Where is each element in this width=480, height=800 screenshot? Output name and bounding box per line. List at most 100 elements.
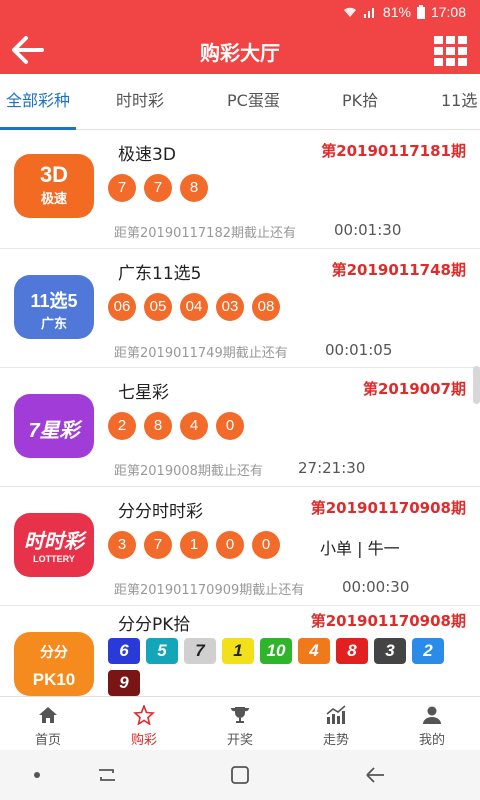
- countdown-time: 00:01:30: [334, 221, 402, 239]
- pk-number: 7: [184, 638, 216, 664]
- number-ball: 8: [180, 174, 208, 202]
- issue-number: 第201901170908期: [310, 499, 466, 517]
- nav-label: 我的: [418, 733, 445, 748]
- pk-number: 3: [374, 638, 406, 664]
- number-ball: 0: [252, 531, 280, 559]
- number-ball: 8: [144, 412, 172, 440]
- tab-11x5[interactable]: 11选: [441, 74, 477, 130]
- scrollbar[interactable]: [473, 366, 480, 404]
- nav-mine[interactable]: 我的: [384, 697, 480, 751]
- issue-number: 第201901170908期: [310, 612, 466, 630]
- countdown-label: 距第2019008期截止还有: [114, 464, 263, 479]
- number-ball: 06: [108, 293, 136, 321]
- fenfen-pk10-logo: 分分 PK10: [14, 632, 94, 696]
- system-nav-bar: [0, 750, 480, 800]
- nav-home[interactable]: 首页: [0, 697, 96, 751]
- number-ball: 0: [216, 531, 244, 559]
- qixingcai-logo: 7星彩: [14, 394, 94, 458]
- pk-number: 2: [412, 638, 444, 664]
- nav-label: 购彩: [130, 733, 157, 748]
- issue-number: 第2019007期: [362, 380, 466, 398]
- lottery-item-fenfen-pk10[interactable]: 分分 PK10 分分PK拾 第201901170908期 6 5 7 1 10 …: [0, 606, 480, 696]
- title-bar: 购彩大厅: [0, 26, 480, 74]
- home-icon: [39, 707, 57, 723]
- lottery-name: 广东11选5: [118, 264, 202, 284]
- bottom-nav: 首页 购彩 开奖 走势 我的: [0, 696, 480, 750]
- lottery-name: 极速3D: [118, 145, 176, 165]
- pk-number: 8: [336, 638, 368, 664]
- battery-percent: 81%: [382, 4, 411, 20]
- pk-number: 6: [108, 638, 140, 664]
- status-bar: 81% 17:08: [0, 0, 480, 26]
- draw-numbers: 3 7 1 0 0: [108, 531, 280, 559]
- pk-number: 4: [298, 638, 330, 664]
- number-ball: 1: [180, 531, 208, 559]
- countdown-label: 距第2019011749期截止还有: [114, 346, 288, 361]
- clock: 17:08: [430, 4, 466, 20]
- lottery-item-gd11x5[interactable]: 11选5 广东 广东11选5 第2019011748期 06 05 04 03 …: [0, 249, 480, 368]
- number-ball: 7: [144, 531, 172, 559]
- number-ball: 08: [252, 293, 280, 321]
- lottery-list: 3D 极速 极速3D 第20190117181期 7 7 8 距第2019011…: [0, 130, 480, 696]
- dot-icon[interactable]: [26, 764, 48, 786]
- star-icon: [133, 705, 155, 725]
- number-ball: 2: [108, 412, 136, 440]
- lottery-name: 七星彩: [118, 383, 169, 403]
- pk-number: 5: [146, 638, 178, 664]
- nav-results[interactable]: 开奖: [192, 697, 288, 751]
- lottery-item-qixingcai[interactable]: 7星彩 七星彩 第2019007期 2 8 4 0 距第2019008期截止还有…: [0, 368, 480, 487]
- issue-number: 第20190117181期: [321, 142, 466, 160]
- number-ball: 03: [216, 293, 244, 321]
- pk-number: 1: [222, 638, 254, 664]
- pk10-numbers: 6 5 7 1 10 4 8 3 2 9: [108, 638, 458, 696]
- gd11x5-logo: 11选5 广东: [14, 275, 94, 339]
- nav-trend[interactable]: 走势: [288, 697, 384, 751]
- trophy-icon: [230, 707, 250, 723]
- lottery-item-jisu3d[interactable]: 3D 极速 极速3D 第20190117181期 7 7 8 距第2019011…: [0, 130, 480, 249]
- page-title: 购彩大厅: [200, 41, 280, 65]
- issue-number: 第2019011748期: [331, 261, 466, 279]
- nav-label: 开奖: [226, 733, 253, 748]
- countdown-label: 距第20190117182期截止还有: [114, 226, 296, 241]
- nav-buy[interactable]: 购彩: [96, 697, 192, 751]
- lottery-name: 分分时时彩: [118, 502, 203, 522]
- number-ball: 7: [108, 174, 136, 202]
- recent-apps-icon[interactable]: [96, 764, 118, 786]
- battery-icon: [416, 5, 425, 19]
- lottery-name: 分分PK拾: [118, 615, 191, 635]
- jisu3d-logo: 3D 极速: [14, 154, 94, 218]
- back-icon[interactable]: [364, 764, 386, 786]
- number-ball: 4: [180, 412, 208, 440]
- user-icon: [423, 706, 441, 724]
- result-summary: 小单 | 牛一: [320, 539, 400, 558]
- number-ball: 7: [144, 174, 172, 202]
- countdown-time: 00:00:30: [342, 578, 410, 596]
- number-ball: 3: [108, 531, 136, 559]
- tab-ssc[interactable]: 时时彩: [116, 74, 164, 130]
- home-square-icon[interactable]: [229, 764, 251, 786]
- wifi-icon: [343, 7, 356, 17]
- tab-pk10[interactable]: PK拾: [342, 74, 378, 130]
- notification-icons: [38, 6, 78, 20]
- number-ball: 05: [144, 293, 172, 321]
- tab-pcdd[interactable]: PC蛋蛋: [227, 74, 280, 130]
- draw-numbers: 7 7 8: [108, 174, 208, 202]
- nav-label: 走势: [322, 733, 349, 748]
- fenfen-ssc-logo: 时时彩 LOTTERY: [14, 513, 94, 577]
- countdown-label: 距第201901170909期截止还有: [114, 583, 305, 598]
- draw-numbers: 06 05 04 03 08: [108, 293, 280, 321]
- menu-grid-icon[interactable]: [434, 36, 468, 66]
- number-ball: 04: [180, 293, 208, 321]
- draw-numbers: 2 8 4 0: [108, 412, 244, 440]
- pk-number: 10: [260, 638, 292, 664]
- trend-icon: [326, 705, 346, 724]
- lottery-item-fenfen-ssc[interactable]: 时时彩 LOTTERY 分分时时彩 第201901170908期 3 7 1 0…: [0, 487, 480, 606]
- pk-number: 9: [108, 670, 140, 696]
- countdown-time: 27:21:30: [298, 459, 366, 477]
- number-ball: 0: [216, 412, 244, 440]
- nav-label: 首页: [34, 733, 61, 748]
- tab-all[interactable]: 全部彩种: [0, 74, 77, 130]
- category-tabs: 全部彩种 时时彩 PC蛋蛋 PK拾 11选: [0, 74, 480, 130]
- countdown-time: 00:01:05: [325, 341, 393, 359]
- signal-icon: [363, 8, 374, 18]
